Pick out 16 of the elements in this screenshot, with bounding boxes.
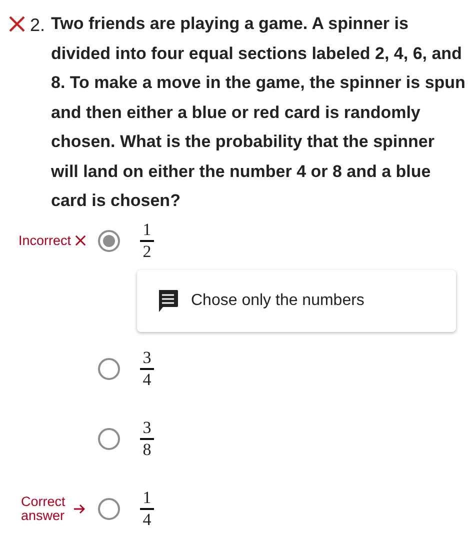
fraction: 3 8 [140, 418, 154, 458]
question-text: Two friends are playing a game. A spinner is divided into four equal sections labeled 2, 4, 6, and 8. To make a move in the game, the spinner is spun and then either a blue or red card is randomly chosen. What is the probability that the spinner will land on either the number 4 or 8 and a blue card is chosen? [51, 13, 466, 212]
feedback-text: Chose only the numbers [191, 292, 364, 310]
correct-answer-label: Correct answer [21, 494, 66, 522]
incorrect-label: Incorrect [18, 234, 71, 248]
radio-button[interactable] [98, 230, 120, 252]
radio-button[interactable] [98, 428, 120, 450]
fraction: 1 2 [140, 220, 154, 260]
comment-icon [157, 288, 179, 312]
radio-button[interactable] [98, 358, 120, 380]
radio-button[interactable] [98, 498, 120, 520]
question-number: 2. [30, 14, 46, 37]
fraction: 1 4 [140, 488, 154, 528]
fraction: 3 4 [140, 348, 154, 388]
arrow-icon [73, 504, 86, 514]
cross-icon [75, 235, 86, 246]
